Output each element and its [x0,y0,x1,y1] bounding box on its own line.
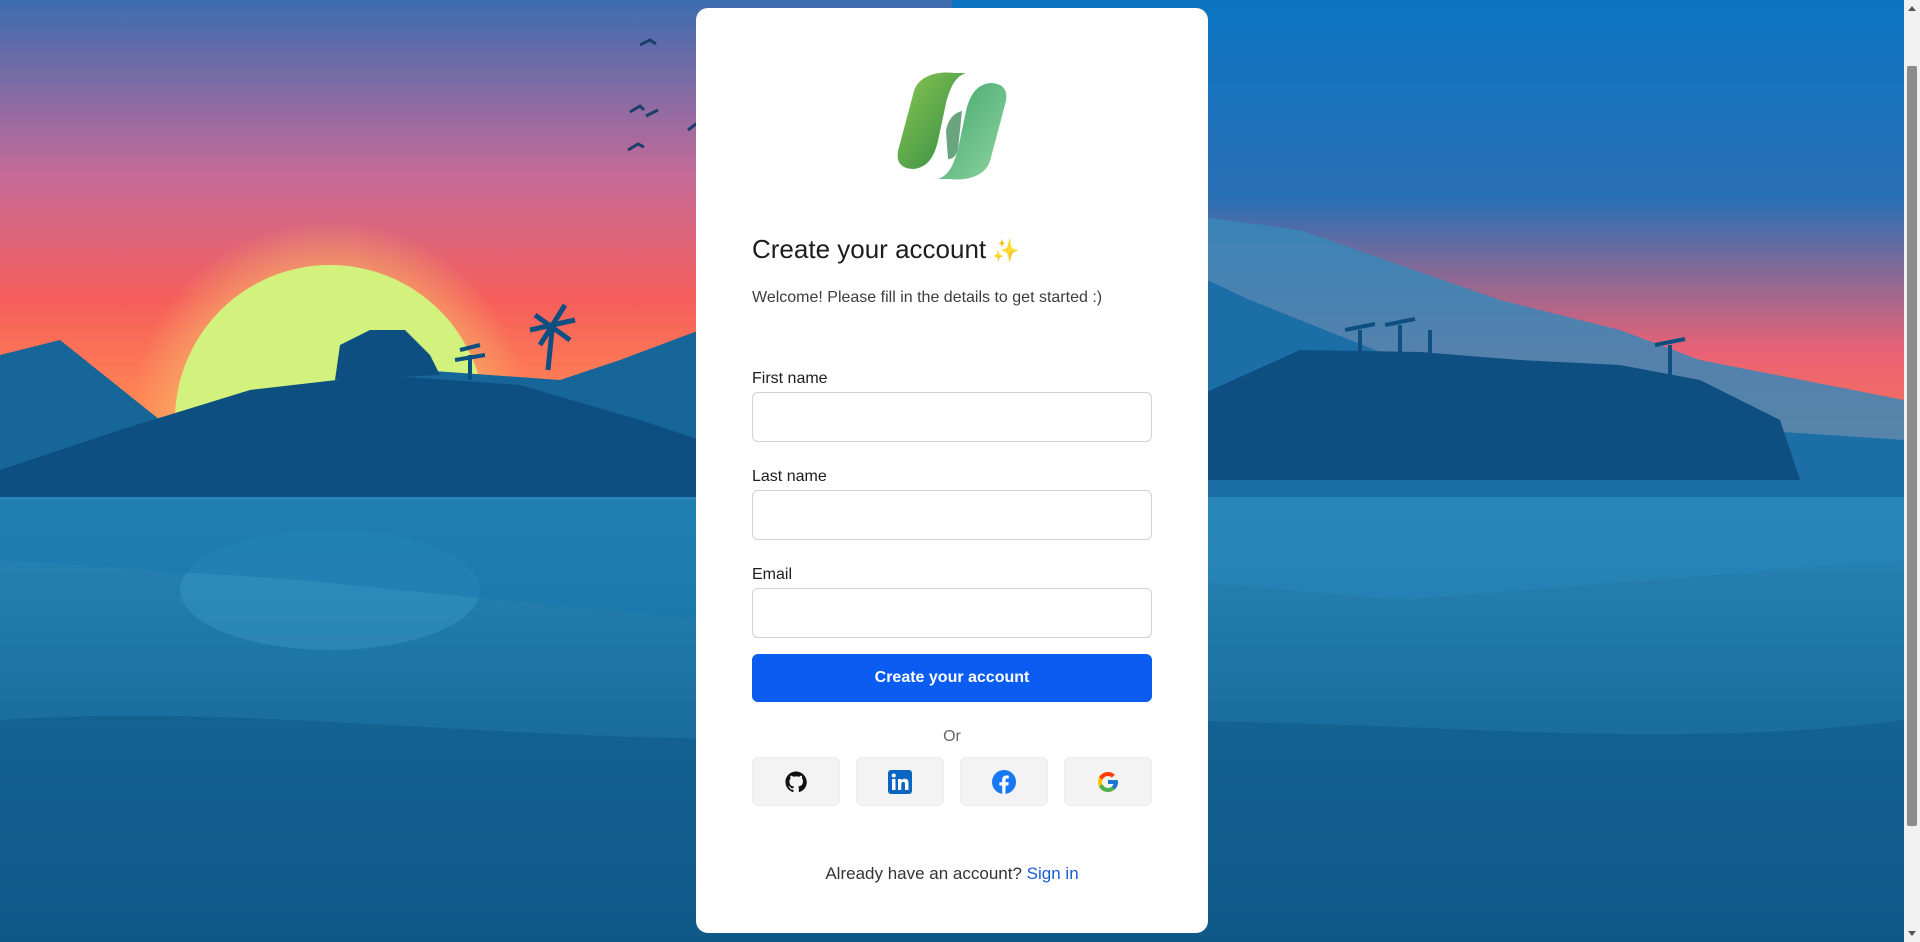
github-icon [785,770,807,792]
page-title: Create your account ✨ [752,234,1020,265]
google-icon [1098,771,1118,792]
linkedin-signin-button[interactable] [856,757,944,806]
scroll-down-arrow-icon[interactable] [1904,926,1920,942]
signin-prompt-text: Already have an account? [825,864,1022,883]
github-signin-button[interactable] [752,757,840,806]
facebook-icon [992,769,1016,794]
scroll-up-arrow-icon[interactable] [1904,0,1920,16]
first-name-label: First name [752,370,828,387]
create-account-button[interactable]: Create your account [752,654,1152,702]
title-text: Create your account [752,234,987,264]
sparkles-icon: ✨ [992,238,1020,263]
welcome-subtitle: Welcome! Please fill in the details to g… [752,289,1103,306]
email-input[interactable] [752,588,1152,638]
sign-in-link[interactable]: Sign in [1027,864,1079,883]
or-divider: Or [943,728,961,745]
last-name-input[interactable] [752,490,1152,540]
last-name-label: Last name [752,468,827,485]
google-signin-button[interactable] [1064,757,1152,806]
email-label: Email [752,566,793,583]
facebook-signin-button[interactable] [960,757,1048,806]
signin-prompt: Already have an account? Sign in [696,864,1208,884]
linkedin-icon [888,769,912,794]
page-scrollbar[interactable] [1904,0,1920,942]
signup-card: Create your account ✨ Welcome! Please fil… [696,8,1208,933]
scrollbar-thumb[interactable] [1907,66,1917,826]
copilot-logo-icon [897,72,1007,180]
first-name-input[interactable] [752,392,1152,442]
